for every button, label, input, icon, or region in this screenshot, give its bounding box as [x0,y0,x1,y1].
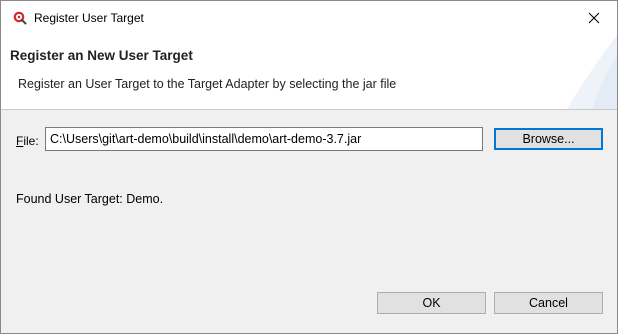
window-title: Register User Target [34,11,144,25]
file-path-input[interactable] [45,127,483,151]
close-icon [588,12,600,24]
banner-decoration [567,35,617,109]
close-button[interactable] [571,1,617,35]
wizard-header: Register an New User Target Register an … [1,35,617,110]
ok-button[interactable]: OK [377,292,486,314]
dialog-window: Register User Target Register an New Use… [0,0,618,334]
title-bar: Register User Target [1,1,617,35]
cancel-button[interactable]: Cancel [494,292,603,314]
header-title: Register an New User Target [10,48,193,63]
app-logo-icon [13,11,27,25]
file-label: File: [16,134,39,148]
header-description: Register an User Target to the Target Ad… [18,77,397,91]
status-message: Found User Target: Demo. [16,192,164,206]
browse-button[interactable]: Browse... [494,128,603,150]
